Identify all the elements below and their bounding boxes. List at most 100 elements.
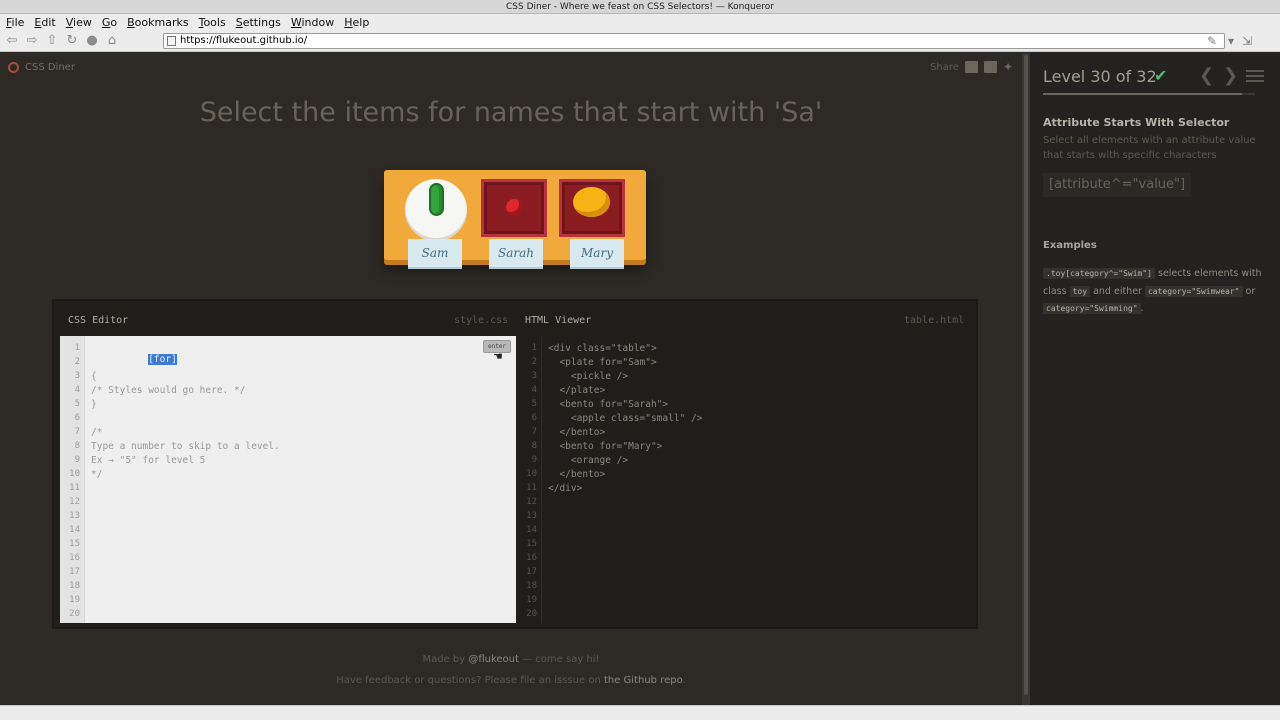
example: .toy[category^="Swim"] selects elements … [1043, 265, 1273, 318]
pickle[interactable] [429, 183, 444, 216]
url-dropdown-icon[interactable]: ▾ [1228, 33, 1234, 49]
line-number: 19 [69, 595, 80, 605]
html-code-line[interactable]: </bento> [548, 469, 605, 480]
scrollbar-thumb[interactable] [1024, 55, 1028, 695]
logo-icon [8, 62, 19, 73]
stop-icon[interactable]: ● [84, 33, 100, 49]
status-bar [0, 705, 1280, 720]
clear-url-icon[interactable]: ✎ [1207, 33, 1217, 49]
example-text: or [1242, 285, 1256, 297]
line-number: 5 [531, 399, 537, 409]
line-number: 18 [69, 581, 80, 591]
github-repo-link[interactable]: the Github repo [604, 675, 683, 686]
line-number: 4 [531, 385, 537, 395]
line-number: 9 [74, 455, 80, 465]
html-code-line[interactable]: <div class="table"> [548, 343, 657, 354]
css-code-line: /* Styles would go here. */ [91, 385, 246, 396]
line-number: 3 [531, 371, 537, 381]
share-label: Share [930, 61, 959, 73]
html-gutter: 1 2 3 4 5 6 7 8 9 10 11 12 13 14 15 16 17 18 19 20 [517, 336, 542, 623]
url-field[interactable]: https://flukeout.github.io/ [163, 33, 1225, 49]
line-number: 6 [74, 413, 80, 423]
app: CSS Diner Share ✦ Select the items for n… [0, 53, 1280, 705]
next-level-icon[interactable]: ❯ [1223, 65, 1238, 86]
menu-go[interactable]: Go [102, 16, 117, 29]
facebook-icon[interactable] [983, 61, 997, 73]
html-code-line[interactable]: </plate> [548, 385, 605, 396]
line-number: 20 [526, 609, 537, 619]
orange[interactable] [573, 187, 610, 217]
line-number: 7 [74, 427, 80, 437]
html-file-name: table.html [904, 315, 965, 326]
up-icon[interactable]: ⇧ [44, 33, 60, 49]
html-viewer-pane: 1 2 3 4 5 6 7 8 9 10 11 12 13 14 15 16 17 18 19 20 <div cla… [517, 336, 973, 623]
selector-syntax: [attribute^="value"] [1043, 173, 1192, 197]
logo[interactable]: CSS Diner [8, 62, 75, 73]
selector-input[interactable]: [for] [148, 354, 177, 365]
html-code-line[interactable]: <orange /> [548, 455, 628, 466]
html-code-line[interactable]: <bento for="Sarah"> [548, 399, 668, 410]
reload-icon[interactable]: ↻ [64, 33, 80, 49]
credits-suffix: — come say hi! [518, 654, 600, 665]
example-text: . [1140, 303, 1144, 314]
hand-cursor-icon: ☚ [493, 350, 503, 363]
line-number: 17 [69, 567, 80, 577]
page-scrollbar[interactable] [1022, 53, 1030, 705]
go-icon[interactable]: ⇲ [1242, 33, 1252, 49]
selector-input-line[interactable]: [for] [91, 343, 177, 376]
line-number: 9 [531, 455, 537, 465]
footer-feedback: Have feedback or questions? Please file … [0, 675, 1022, 686]
example-code: category="Swimming" [1043, 303, 1141, 314]
line-number: 7 [531, 427, 537, 437]
share-bar: Share ✦ [930, 61, 1013, 73]
line-number: 8 [531, 441, 537, 451]
example-text: and either [1090, 285, 1145, 297]
css-gutter: 1 2 3 4 5 6 7 8 9 10 11 12 13 14 15 16 17 18 19 20 [60, 336, 85, 623]
line-number: 14 [69, 525, 80, 535]
line-number: 17 [526, 567, 537, 577]
html-code-line[interactable]: <bento for="Mary"> [548, 441, 662, 452]
line-number: 4 [74, 385, 80, 395]
line-number: 12 [526, 497, 537, 507]
line-number: 6 [531, 413, 537, 423]
line-number: 16 [526, 553, 537, 563]
menu-tools[interactable]: Tools [199, 16, 226, 29]
level-progress-fill [1043, 93, 1242, 95]
css-code-line: { [91, 371, 97, 382]
name-tag-mary: Mary [570, 239, 624, 267]
credits-prefix: Made by [422, 654, 469, 665]
html-code-line[interactable]: </div> [548, 483, 582, 494]
line-number: 11 [69, 483, 80, 493]
html-code-line[interactable]: <pickle /> [548, 371, 628, 382]
line-number: 1 [531, 343, 537, 353]
menu-settings[interactable]: Settings [236, 16, 281, 29]
line-number: 13 [69, 511, 80, 521]
html-code-line[interactable]: </bento> [548, 427, 605, 438]
forward-icon[interactable]: ⇨ [24, 33, 40, 49]
back-icon[interactable]: ⇦ [4, 33, 20, 49]
editor: CSS Editor style.css HTML Viewer table.h… [52, 299, 978, 629]
css-file-name: style.css [454, 315, 509, 326]
url-text: https://flukeout.github.io/ [180, 35, 308, 46]
previous-level-icon[interactable]: ❮ [1199, 65, 1214, 86]
apple[interactable] [506, 199, 522, 215]
flukeout-link[interactable]: @flukeout [468, 654, 519, 665]
line-number: 1 [74, 343, 80, 353]
html-code-line[interactable]: <plate for="Sam"> [548, 357, 656, 368]
menu-edit[interactable]: Edit [34, 16, 55, 29]
menu-view[interactable]: View [66, 16, 92, 29]
html-code-line[interactable]: <apple class="small" /> [548, 413, 703, 424]
css-editor-pane[interactable]: 1 2 3 4 5 6 7 8 9 10 11 12 13 14 15 16 17 18 19 20 [for] {/… [60, 336, 516, 623]
menu-bookmarks[interactable]: Bookmarks [127, 16, 188, 29]
menu-file[interactable]: File [6, 16, 24, 29]
menu-window[interactable]: Window [291, 16, 334, 29]
home-icon[interactable]: ⌂ [104, 33, 120, 49]
menu-help[interactable]: Help [344, 16, 369, 29]
line-number: 11 [526, 483, 537, 493]
css-code-line: /* [91, 427, 103, 438]
email-icon[interactable] [964, 61, 978, 73]
twitter-icon[interactable]: ✦ [1003, 61, 1013, 73]
level-menu-icon[interactable] [1246, 70, 1264, 82]
footer-credits: Made by @flukeout — come say hi! [0, 654, 1022, 665]
line-number: 5 [74, 399, 80, 409]
